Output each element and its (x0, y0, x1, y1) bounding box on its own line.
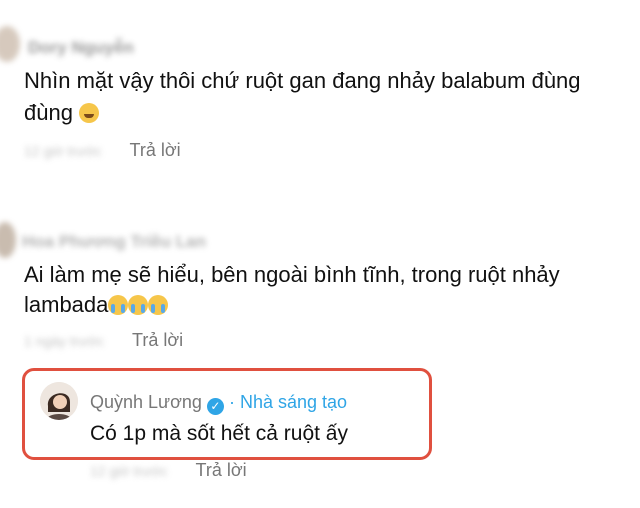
loudly-crying-emoji (128, 295, 149, 315)
comment-text: lambada (24, 288, 169, 322)
reply-author[interactable]: Quỳnh Lương (90, 392, 202, 412)
comment-text-line: lambada (24, 292, 109, 317)
timestamp: 12 giờ trước (90, 462, 168, 479)
loudly-crying-emoji (148, 295, 169, 315)
loudly-crying-emoji (108, 295, 129, 315)
separator: · (228, 392, 235, 412)
timestamp: 12 giờ trước (24, 142, 102, 159)
comment-meta: 12 giờ trước Trả lời (24, 140, 181, 161)
comment-text: Nhìn mặt vậy thôi chứ ruột gan đang nhảy… (24, 64, 581, 98)
timestamp: 1 ngày trước (24, 332, 105, 349)
comment-meta: 1 ngày trước Trả lời (24, 330, 183, 351)
reply-button[interactable]: Trả lời (196, 460, 247, 481)
creator-label: Nhà sáng tạo (239, 392, 348, 412)
reply-button[interactable]: Trả lời (132, 330, 183, 351)
comment-author[interactable]: Hoa Phương Triều Lan (22, 232, 206, 252)
avatar[interactable] (40, 382, 78, 420)
comment-text-line: đùng (24, 100, 73, 125)
reply-text: Có 1p mà sốt hết cả ruột ấy (90, 422, 348, 445)
avatar[interactable] (0, 222, 16, 258)
avatar[interactable] (0, 26, 20, 62)
reply-header: Quỳnh Lương ✓ · Nhà sáng tạo (90, 392, 347, 415)
comment-text: đùng (24, 96, 100, 130)
comment-text-line: Ai làm mẹ sẽ hiểu, bên ngoài bình tĩnh, … (24, 262, 560, 287)
verified-badge-icon: ✓ (206, 397, 224, 415)
comment-author[interactable]: Dory Nguyễn (28, 38, 134, 58)
reply-meta: 12 giờ trước Trả lời (90, 460, 247, 481)
reply-button[interactable]: Trả lời (130, 140, 181, 161)
comment-text-line: Nhìn mặt vậy thôi chứ ruột gan đang nhảy… (24, 68, 581, 93)
grinning-sweat-emoji (79, 103, 100, 123)
comment-text: Ai làm mẹ sẽ hiểu, bên ngoài bình tĩnh, … (24, 258, 560, 292)
